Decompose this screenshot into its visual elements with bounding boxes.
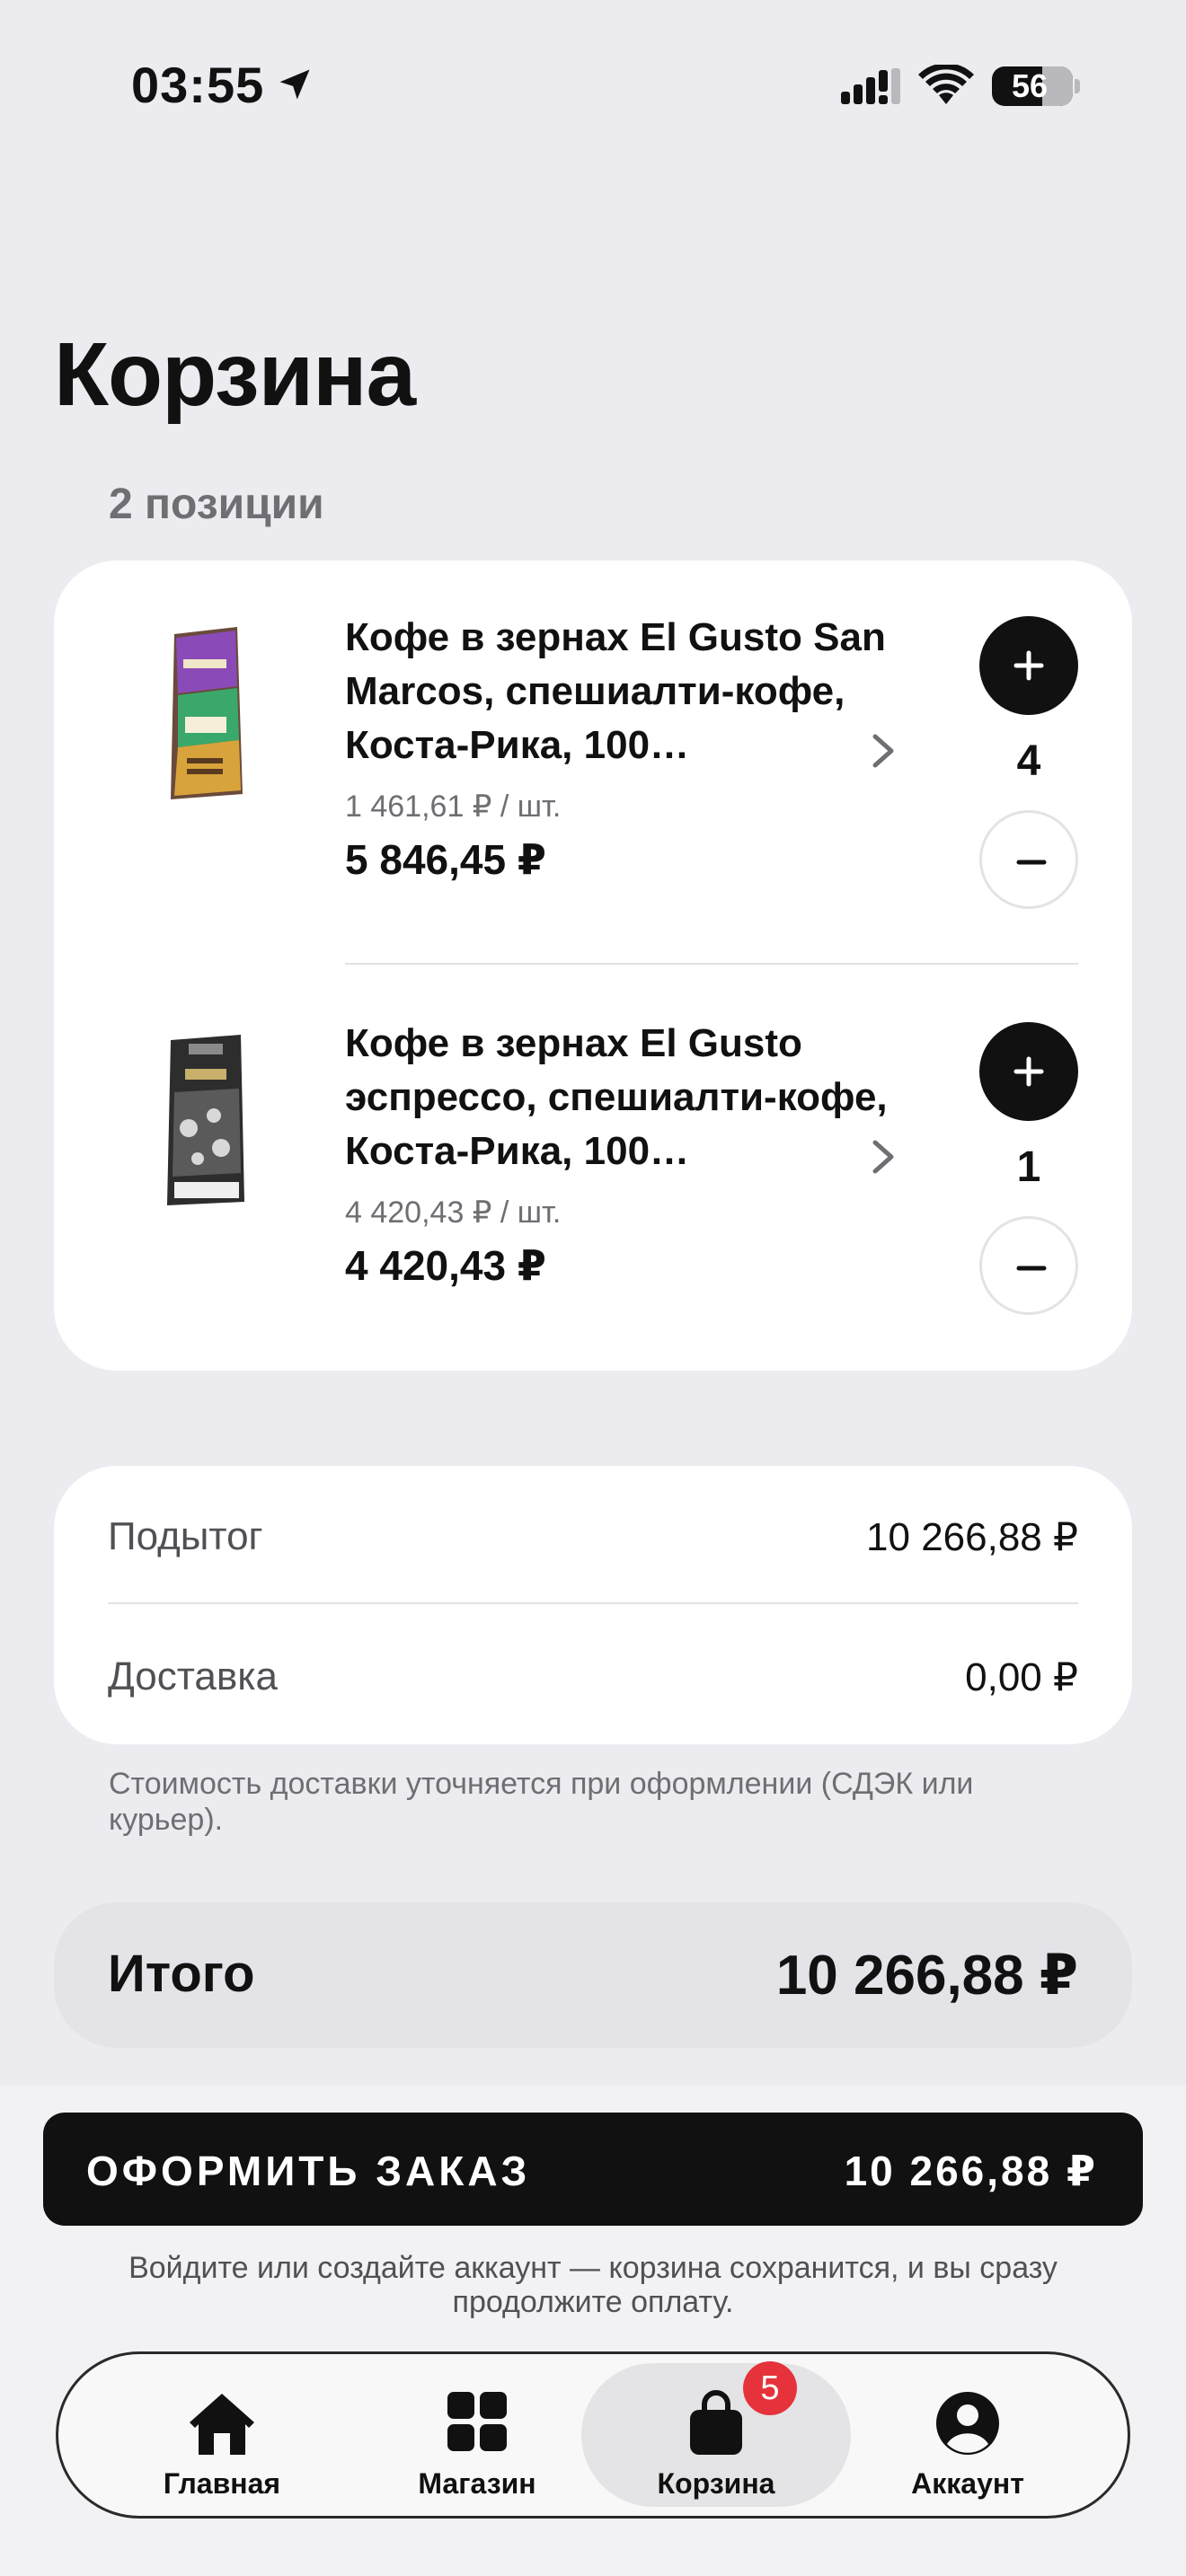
tab-bar: Главная Магазин Корзина 5 Аккаунт [56,2351,1130,2519]
unit-price: 1 461,61 ₽ / шт. [345,790,562,824]
product-image [171,627,243,799]
increase-quantity-button[interactable] [979,1022,1078,1121]
delivery-value: 0,00 ₽ [965,1655,1078,1699]
chevron-right-icon[interactable] [868,731,900,771]
home-icon [190,2394,254,2455]
minus-icon [1016,860,1047,865]
plus-icon [1013,1056,1044,1087]
tab-label: Главная [163,2467,281,2500]
product-name[interactable]: Кофе в зернах El Gusto San Marcos, спеши… [345,611,902,772]
item-divider [345,963,1078,965]
minus-icon [1016,1266,1047,1271]
battery-level: 56 [1011,67,1049,104]
login-note: Войдите или создайте аккаунт — корзина с… [128,2251,1058,2319]
grid-icon [447,2392,507,2451]
product-name[interactable]: Кофе в зернах El Gusto эспрессо, спешиал… [345,1017,902,1178]
chevron-right-icon[interactable] [868,1137,900,1177]
product-image [167,1035,244,1205]
bag-icon [690,2390,742,2455]
tab-label: Корзина [657,2467,775,2500]
item-total: 4 420,43 ₽ [345,1242,546,1289]
location-arrow-icon [279,69,310,100]
total-label: Итого [108,1945,255,2003]
items-count: 2 позиции [109,481,324,528]
decrease-quantity-button[interactable] [979,1216,1078,1315]
wifi-icon [918,65,974,104]
order-summary-card: Подытог 10 266,88 ₽ Доставка 0,00 ₽ [54,1466,1132,1744]
plus-icon [1013,650,1044,681]
checkout-button-label: ОФОРМИТЬ ЗАКАЗ [86,2148,531,2194]
summary-divider [108,1602,1078,1604]
status-time: 03:55 [131,57,265,113]
tab-home[interactable]: Главная [87,2363,357,2507]
subtotal-value: 10 266,88 ₽ [866,1515,1078,1559]
delivery-note: Стоимость доставки уточняется при оформл… [109,1767,974,1837]
tab-label: Магазин [418,2467,536,2500]
subtotal-label: Подытог [108,1514,263,1558]
tab-cart[interactable]: Корзина [581,2363,851,2507]
item-total: 5 846,45 ₽ [345,836,546,883]
status-bar: 03:55 56 [0,0,1186,171]
checkout-button[interactable]: ОФОРМИТЬ ЗАКАЗ 10 266,88 ₽ [43,2113,1143,2226]
cart-badge: 5 [743,2361,797,2415]
tab-shop[interactable]: Магазин [342,2363,612,2507]
battery-icon: 56 [992,66,1073,106]
quantity-value: 1 [1016,1143,1041,1191]
page-title: Корзина [54,324,416,425]
cart-items-card: Кофе в зернах El Gusto San Marcos, спеши… [54,560,1132,1371]
total-value: 10 266,88 ₽ [775,1945,1078,2007]
cart-item[interactable]: Кофе в зернах El Gusto San Marcos, спеши… [54,560,1132,920]
increase-quantity-button[interactable] [979,616,1078,715]
battery-tip [1075,79,1080,93]
checkout-button-total: 10 266,88 ₽ [844,2148,1098,2194]
cellular-signal-icon [841,68,900,104]
cart-item[interactable]: Кофе в зернах El Gusto эспрессо, спешиал… [54,966,1132,1326]
tab-account[interactable]: Аккаунт [833,2363,1102,2507]
tab-label: Аккаунт [911,2467,1024,2500]
account-icon [936,2392,999,2455]
delivery-label: Доставка [108,1654,278,1698]
total-card: Итого 10 266,88 ₽ [54,1902,1132,2048]
decrease-quantity-button[interactable] [979,810,1078,909]
quantity-value: 4 [1016,737,1041,785]
unit-price: 4 420,43 ₽ / шт. [345,1195,562,1230]
